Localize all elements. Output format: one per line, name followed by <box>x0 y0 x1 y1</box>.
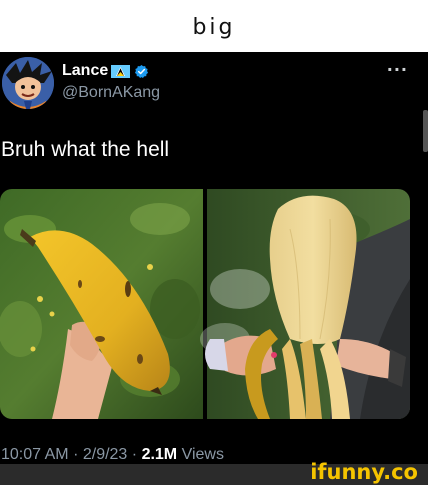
watermark-bar: ifunny.co <box>0 460 428 485</box>
more-options-icon[interactable]: ··· <box>387 60 408 79</box>
views-label: Views <box>181 446 224 463</box>
scrollbar[interactable] <box>423 110 428 152</box>
verified-badge-icon <box>135 64 149 78</box>
meta-separator: · <box>131 446 138 463</box>
right-photo <box>200 189 410 419</box>
saint-lucia-flag-icon <box>111 64 131 78</box>
tweet-media[interactable] <box>0 189 410 419</box>
avatar-image <box>2 57 54 109</box>
tweet-meta: 10:07 AM · 2/9/23 · 2.1M Views <box>1 446 224 464</box>
left-photo <box>0 189 203 419</box>
top-caption-bar: big <box>0 0 428 52</box>
ifunny-watermark: ifunny.co <box>310 460 418 484</box>
banana-photos <box>0 189 410 419</box>
tweet-time[interactable]: 10:07 AM <box>1 446 69 463</box>
user-line: Lance <box>62 62 149 80</box>
views-count: 2.1M <box>141 446 178 463</box>
tweet-text: Bruh what the hell <box>1 138 170 161</box>
tweet-card: Lance @BornAKang ··· Bruh what the hell <box>0 52 428 485</box>
tweet-date[interactable]: 2/9/23 <box>83 446 127 463</box>
avatar[interactable] <box>2 57 54 109</box>
top-caption: big <box>192 14 236 40</box>
meta-separator: · <box>73 446 79 463</box>
display-name[interactable]: Lance <box>62 62 108 80</box>
user-handle[interactable]: @BornAKang <box>62 84 160 102</box>
